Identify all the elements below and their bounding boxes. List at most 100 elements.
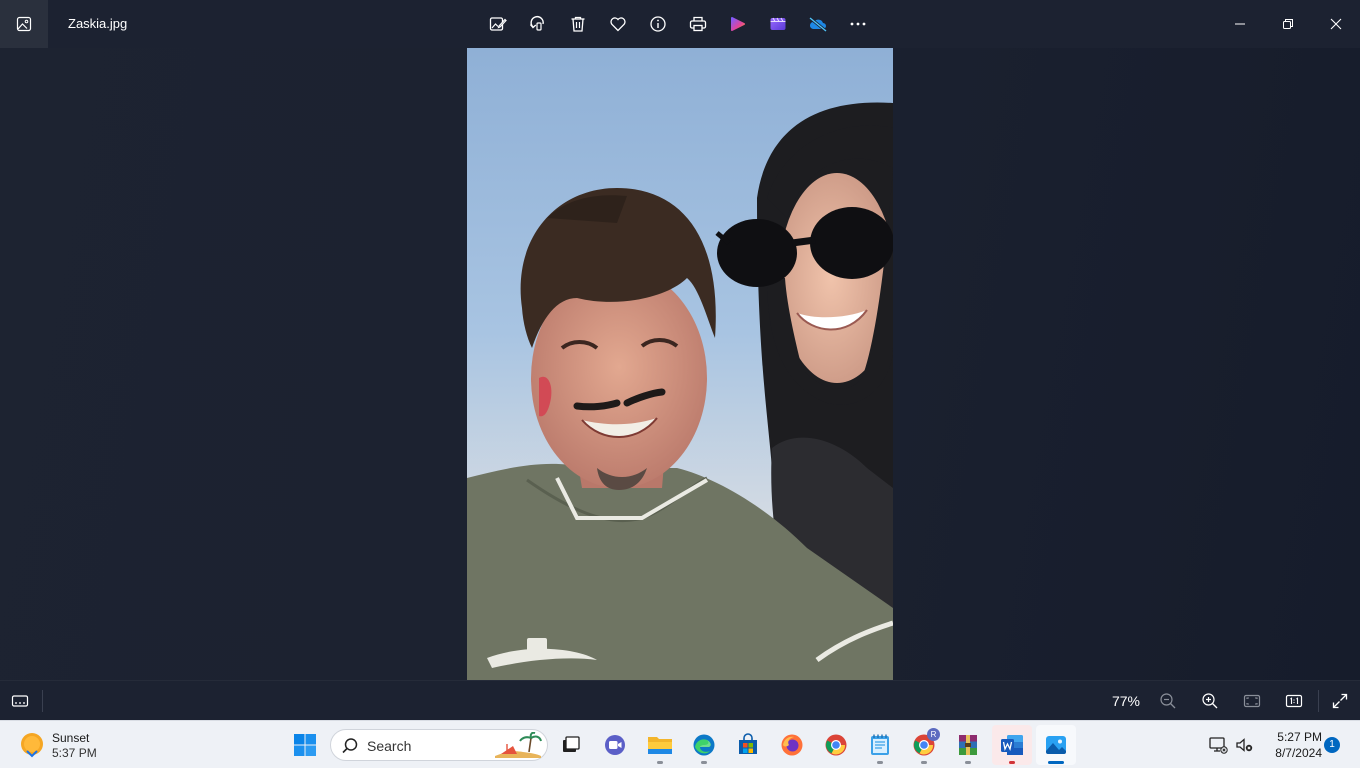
expand-icon — [1332, 693, 1348, 709]
rotate-icon — [529, 16, 544, 31]
video-editor-button[interactable] — [758, 4, 798, 44]
clipchamp-icon — [731, 17, 745, 31]
running-indicator — [965, 761, 971, 764]
taskbar-file-explorer[interactable] — [640, 725, 680, 765]
gallery-back-button[interactable] — [0, 0, 48, 48]
minimize-icon — [1235, 23, 1245, 25]
heart-icon — [610, 17, 626, 32]
taskbar-teams-meet[interactable] — [595, 725, 635, 765]
taskbar-word[interactable] — [992, 725, 1032, 765]
chrome-icon — [825, 734, 847, 756]
fit-to-window-button[interactable] — [1236, 685, 1268, 717]
title-bar: Zaskia.jpg — [0, 0, 1360, 48]
more-icon — [850, 22, 866, 26]
clipchamp-button[interactable] — [718, 4, 758, 44]
image-viewer[interactable] — [0, 48, 1360, 680]
running-indicator — [701, 761, 707, 764]
filmstrip-toggle-button[interactable] — [4, 685, 36, 717]
firefox-icon — [781, 734, 803, 756]
video-editor-icon — [770, 17, 786, 30]
see-more-button[interactable] — [838, 4, 878, 44]
photos-icon — [16, 16, 32, 32]
file-name-title: Zaskia.jpg — [68, 16, 128, 31]
notification-badge[interactable]: 1 — [1324, 737, 1340, 753]
taskbar-firefox[interactable] — [772, 725, 812, 765]
search-placeholder: Search — [367, 738, 412, 754]
folder-icon — [648, 737, 672, 754]
taskbar-task-view[interactable] — [551, 725, 591, 765]
taskbar-microsoft-store[interactable] — [728, 725, 768, 765]
tray-volume[interactable] — [1232, 733, 1256, 757]
trash-icon — [571, 16, 585, 32]
onedrive-off-icon — [809, 16, 827, 33]
clock-time: 5:27 PM — [1277, 730, 1322, 744]
taskbar-edge[interactable] — [684, 725, 724, 765]
winrar-icon — [959, 735, 977, 755]
network-icon — [1209, 737, 1228, 754]
edit-image-button[interactable] — [478, 4, 518, 44]
zoom-in-button[interactable] — [1194, 685, 1226, 717]
active-indicator — [1048, 761, 1064, 764]
tray-network[interactable] — [1206, 733, 1230, 757]
close-icon — [1330, 18, 1342, 30]
toolbar — [478, 4, 878, 44]
store-icon — [739, 733, 757, 754]
divider — [1318, 690, 1319, 712]
volume-muted-icon — [1236, 738, 1253, 752]
weather-time: 5:37 PM — [52, 746, 97, 760]
delete-button[interactable] — [558, 4, 598, 44]
photo-image — [467, 48, 893, 680]
weather-widget[interactable]: Sunset 5:37 PM — [14, 727, 134, 763]
onedrive-sync-button[interactable] — [798, 4, 838, 44]
start-button[interactable] — [286, 725, 324, 765]
print-button[interactable] — [678, 4, 718, 44]
taskbar-photos[interactable] — [1036, 725, 1076, 765]
file-info-button[interactable] — [638, 4, 678, 44]
filmstrip-icon — [11, 695, 29, 707]
task-view-icon — [563, 736, 580, 752]
favorite-button[interactable] — [598, 4, 638, 44]
restore-icon — [1283, 19, 1293, 29]
taskbar-search-box[interactable]: Search — [330, 729, 548, 761]
search-highlight-icon — [495, 732, 542, 758]
edit-image-icon — [489, 17, 507, 31]
edge-icon — [693, 734, 715, 756]
status-bar: 77% — [0, 680, 1360, 720]
sunset-icon — [21, 733, 43, 758]
search-icon — [342, 738, 358, 754]
running-indicator — [921, 761, 927, 764]
weather-title: Sunset — [52, 731, 90, 745]
windows-logo-icon — [294, 734, 316, 756]
running-indicator — [657, 761, 663, 764]
info-icon — [650, 16, 666, 32]
profile-badge: R — [927, 728, 940, 741]
taskbar-chrome[interactable] — [816, 725, 856, 765]
taskbar: Sunset 5:37 PM Search R 5:27 PM 8/7/2024… — [0, 720, 1360, 768]
fit-window-icon — [1243, 694, 1261, 708]
window-controls — [1216, 0, 1360, 48]
meet-now-icon — [605, 735, 625, 755]
taskbar-notepad[interactable] — [860, 725, 900, 765]
taskbar-winrar[interactable] — [948, 725, 988, 765]
actual-size-button[interactable] — [1278, 685, 1310, 717]
full-screen-button[interactable] — [1324, 685, 1356, 717]
close-button[interactable] — [1312, 0, 1360, 48]
zoom-level[interactable]: 77% — [1104, 693, 1148, 709]
zoom-in-icon — [1202, 693, 1218, 709]
rotate-button[interactable] — [518, 4, 558, 44]
word-icon — [1001, 735, 1023, 755]
running-indicator — [1009, 761, 1015, 764]
running-indicator — [877, 761, 883, 764]
system-clock[interactable]: 5:27 PM 8/7/2024 — [1262, 729, 1322, 761]
taskbar-chrome-profile[interactable]: R — [904, 725, 944, 765]
printer-icon — [689, 16, 707, 32]
zoom-out-button[interactable] — [1152, 685, 1184, 717]
divider — [42, 690, 43, 712]
actual-size-icon — [1285, 694, 1303, 708]
clock-date: 8/7/2024 — [1275, 746, 1322, 760]
zoom-out-icon — [1160, 693, 1176, 709]
photos-app-icon — [1046, 736, 1066, 754]
restore-button[interactable] — [1264, 0, 1312, 48]
minimize-button[interactable] — [1216, 0, 1264, 48]
notepad-icon — [871, 734, 889, 755]
